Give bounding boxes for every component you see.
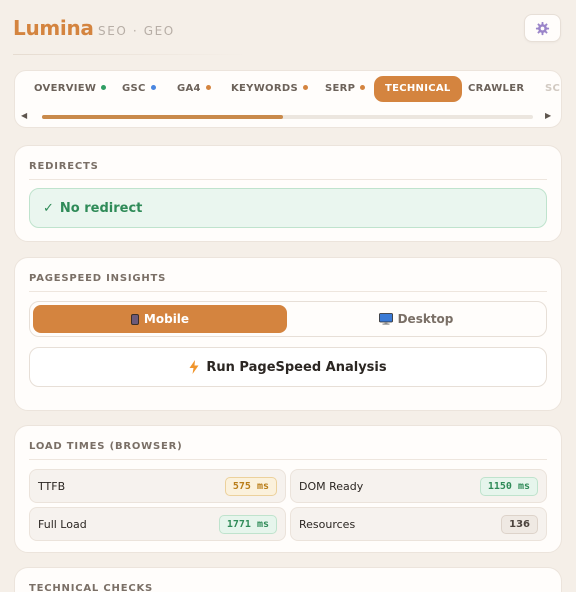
metric-value-badge: 1771 ms — [218, 515, 277, 534]
mobile-option-button[interactable]: Mobile — [33, 305, 287, 333]
metric-label: Full Load — [38, 518, 87, 531]
brand-subtitle: SEO · GEO — [98, 24, 175, 38]
scroll-left-arrow-icon[interactable]: ◀ — [21, 111, 27, 120]
section-title: PAGESPEED INSIGHTS — [29, 273, 167, 284]
metric-label: Resources — [299, 518, 356, 531]
tab-label: GA4 — [177, 83, 201, 94]
tab-label: TECHNICAL — [385, 83, 451, 94]
mobile-phone-icon — [130, 313, 139, 325]
pagespeed-card: PAGESPEED INSIGHTS Mobile Desktop Run Pa… — [14, 257, 562, 411]
settings-button[interactable] — [524, 14, 561, 42]
scrollbar-thumb[interactable] — [42, 115, 283, 119]
metric-resources: Resources 136 — [290, 507, 547, 541]
load-times-card: LOAD TIMES (BROWSER) TTFB 575 ms DOM Rea… — [14, 425, 562, 553]
metric-ttfb: TTFB 575 ms — [29, 469, 286, 503]
gear-icon — [535, 21, 550, 35]
technical-checks-card: TECHNICAL CHECKS — [14, 567, 562, 592]
tab-overflow[interactable]: SC — [545, 76, 560, 102]
status-dot — [150, 85, 156, 90]
metric-dom-ready: DOM Ready 1150 ms — [290, 469, 547, 503]
section-title: TECHNICAL CHECKS — [29, 583, 154, 592]
section-divider — [29, 291, 547, 292]
section-divider — [29, 179, 547, 180]
run-pagespeed-button[interactable]: Run PageSpeed Analysis — [29, 347, 547, 387]
tab-bar: OVERVIEW GSC GA4 KEYWORDS SERP TECHNICAL… — [14, 70, 562, 128]
metric-value-badge: 575 ms — [224, 477, 277, 496]
status-dot — [360, 85, 366, 90]
lightning-bolt-icon — [189, 360, 199, 374]
tab-serp[interactable]: SERP — [325, 76, 366, 102]
desktop-label: Desktop — [397, 312, 454, 326]
metric-value-badge: 1150 ms — [479, 477, 538, 496]
metric-full-load: Full Load 1771 ms — [29, 507, 286, 541]
device-toggle: Mobile Desktop — [29, 301, 547, 337]
scroll-right-arrow-icon[interactable]: ▶ — [545, 111, 551, 120]
status-dot — [101, 85, 107, 90]
metric-value-badge: 136 — [501, 515, 538, 534]
tab-gsc[interactable]: GSC — [122, 76, 156, 102]
metric-label: TTFB — [38, 480, 66, 493]
mobile-label: Mobile — [143, 312, 190, 326]
run-pagespeed-label: Run PageSpeed Analysis — [206, 359, 387, 375]
check-icon: ✓ — [43, 200, 54, 216]
section-title: LOAD TIMES (BROWSER) — [29, 441, 183, 452]
redirect-status-text: No redirect — [59, 200, 143, 216]
desktop-option-button[interactable]: Desktop — [289, 305, 543, 333]
status-dot — [302, 85, 308, 90]
tab-label: CRAWLER — [468, 83, 525, 94]
metric-label: DOM Ready — [299, 480, 364, 493]
tab-label: OVERVIEW — [34, 83, 97, 94]
tab-list: OVERVIEW GSC GA4 KEYWORDS SERP TECHNICAL… — [15, 75, 561, 103]
tab-keywords[interactable]: KEYWORDS — [231, 76, 308, 102]
tab-label: SC — [545, 83, 561, 94]
tab-ga4[interactable]: GA4 — [177, 76, 211, 102]
section-title: REDIRECTS — [29, 161, 99, 172]
redirect-status: ✓ No redirect — [29, 188, 547, 228]
tab-label: KEYWORDS — [231, 83, 298, 94]
tab-overview[interactable]: OVERVIEW — [34, 76, 107, 102]
redirects-card: REDIRECTS ✓ No redirect — [14, 145, 562, 242]
tab-crawler[interactable]: CRAWLER — [468, 76, 524, 102]
app-header: Lumina SEO · GEO — [0, 0, 576, 60]
brand-logo: Lumina — [13, 16, 94, 40]
tab-label: GSC — [122, 83, 146, 94]
desktop-monitor-icon — [378, 313, 393, 325]
section-divider — [29, 459, 547, 460]
status-dot — [205, 85, 211, 90]
tab-technical[interactable]: TECHNICAL — [374, 76, 462, 102]
tab-label: SERP — [325, 83, 356, 94]
tab-scrollbar[interactable] — [42, 115, 533, 119]
header-divider — [13, 54, 247, 55]
